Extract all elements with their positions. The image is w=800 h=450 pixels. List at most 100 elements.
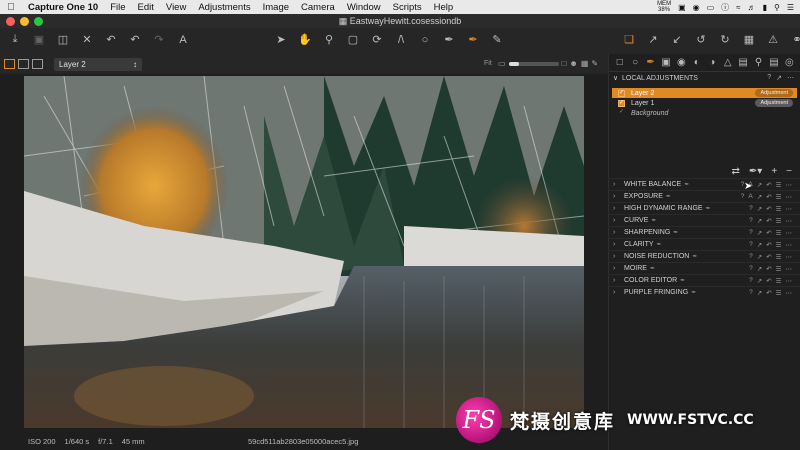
proofing-icon[interactable]: ▦ [581,59,589,68]
tab-library-icon[interactable]: □ [613,57,626,68]
reset-icon[interactable]: ↶ [766,229,771,237]
multi-view-icon[interactable] [4,59,15,69]
menu-list-icon[interactable]: ☰ [787,3,794,12]
rotate-left-icon[interactable]: ↺ [690,33,712,46]
copy-icon[interactable]: ↗ [757,265,762,273]
picker-icon[interactable]: ✒ [684,181,689,188]
more-icon[interactable]: ⋯ [786,241,793,249]
copy-icon[interactable]: ↗ [757,253,762,261]
tab-exposure-icon[interactable]: ◑ [706,57,719,68]
menu-view[interactable]: View [160,2,192,13]
zoom-slider[interactable] [508,61,559,66]
redo-icon[interactable]: ↷ [148,33,170,46]
menu-help[interactable]: Help [428,2,460,13]
tab-details-icon[interactable]: △ [721,57,734,68]
zoom-out-icon[interactable]: ▭ [498,59,506,68]
select-cursor-icon[interactable]: ➤ [270,33,292,46]
presets-icon[interactable]: ☰ [776,253,782,261]
presets-icon[interactable]: ☰ [776,193,782,201]
menu-camera[interactable]: Camera [295,2,341,13]
help-icon[interactable]: ? [749,241,753,249]
more-icon[interactable]: ⋯ [786,253,793,261]
more-icon[interactable]: ⋯ [786,193,793,201]
layer-item-background[interactable]: ✓ Background [612,108,797,118]
more-icon[interactable]: ⋯ [786,181,793,189]
brush-tool-icon[interactable]: ✒ [462,33,484,46]
grid-icon[interactable]: ▦ [738,33,760,46]
picker-icon[interactable]: ✒ [650,265,655,272]
copy-icon[interactable]: ↗ [757,181,762,189]
menu-image[interactable]: Image [257,2,295,13]
tab-camera-icon[interactable]: ▣ [659,57,672,68]
presets-icon[interactable]: ☰ [776,181,782,189]
more-icon[interactable]: ⋯ [787,74,794,82]
picker-icon[interactable]: ✒ [692,253,697,260]
tab-local-adjustments-icon[interactable]: ✒ [644,57,657,68]
reset-icon[interactable]: ↶ [766,217,771,225]
eye-icon[interactable]: ◉ [693,3,700,12]
copy-icon[interactable]: ↗ [757,217,762,225]
rotate-right-icon[interactable]: ↻ [714,33,736,46]
tool-row[interactable]: › WHITE BALANCE ✒? A ↗ ↶ ☰ ⋯ [609,178,800,190]
variants-icon[interactable]: ❏ [618,33,640,46]
reset-icon[interactable]: ↶ [766,205,771,213]
layer-item[interactable]: ✓ Layer 2 Adjustment [612,88,797,98]
presets-icon[interactable]: ☰ [776,205,782,213]
expand-icon[interactable]: ↗ [642,33,664,46]
tab-lens-icon[interactable]: ◉ [675,57,688,68]
zoom-tool-icon[interactable]: ⚲ [318,33,340,46]
collapse-icon[interactable]: ↙ [666,33,688,46]
extension-icon[interactable]: ▣ [678,3,686,12]
local-adjustments-header[interactable]: ∨ LOCAL ADJUSTMENTS ? ↗ ⋯ [609,72,800,84]
apple-icon[interactable]:  [0,2,22,13]
picker-icon[interactable]: ✒ [680,277,685,284]
wifi-icon[interactable]: ≈ [736,3,740,12]
text-tool-icon[interactable]: A [172,34,194,46]
import-icon[interactable]: ⤓ [4,33,26,46]
tool-row[interactable]: › CURVE ✒? ↗ ↶ ☰ ⋯ [609,214,800,226]
presets-icon[interactable]: ☰ [776,229,782,237]
airplay-icon[interactable]: ▭ [707,3,715,12]
tab-color-icon[interactable]: ◐ [690,57,703,68]
memory-indicator[interactable]: MEM 38% [657,1,671,13]
tab-metadata-icon[interactable]: ▤ [736,57,749,68]
volume-icon[interactable]: ♬ [748,3,756,12]
copy-icon[interactable]: ↗ [757,277,762,285]
single-view-icon[interactable] [18,59,29,69]
info-icon[interactable]: ⓘ [721,2,729,13]
menu-file[interactable]: File [104,2,131,13]
zoom-window-button[interactable] [34,16,43,26]
spot-removal-icon[interactable]: ○ [414,34,436,46]
presets-icon[interactable]: ☰ [776,217,782,225]
search-icon[interactable]: ⚲ [774,3,780,12]
menu-edit[interactable]: Edit [132,2,160,13]
tab-capture-icon[interactable]: ○ [628,57,641,68]
help-icon[interactable]: ? [767,74,771,82]
copy-icon[interactable]: ↗ [757,193,762,201]
menu-scripts[interactable]: Scripts [387,2,428,13]
help-icon[interactable]: ? [749,265,753,273]
reset-icon[interactable]: ↶ [766,253,771,261]
battery-icon[interactable]: ▮ [763,3,767,12]
annotation-icon[interactable]: ✎ [591,59,598,68]
reset-icon[interactable]: ↶ [766,289,771,297]
brush-menu-icon[interactable]: ✒▾ [749,166,762,177]
swap-icon[interactable]: ⇄ [732,166,740,177]
presets-icon[interactable]: ☰ [776,241,782,249]
proof-glasses-icon[interactable]: ⚭ [786,33,800,46]
remove-layer-icon[interactable]: − [786,166,792,177]
picker-icon[interactable]: ✒ [706,205,711,212]
help-icon[interactable]: ? [749,277,753,285]
layer-checkbox[interactable]: ✓ [618,89,625,97]
tool-row[interactable]: › SHARPENING ✒? ↗ ↶ ☰ ⋯ [609,226,800,238]
copy-icon[interactable]: ↗ [757,205,762,213]
help-icon[interactable]: ? [749,253,753,261]
layer-item[interactable]: ✓ Layer 1 Adjustment [612,98,797,108]
reset-icon[interactable]: ↶ [766,277,771,285]
reset-icon[interactable]: ↶ [766,193,771,201]
menu-app-name[interactable]: Capture One 10 [22,2,104,13]
reset-icon[interactable]: ↶ [766,181,771,189]
tool-row[interactable]: › HIGH DYNAMIC RANGE ✒? ↗ ↶ ☰ ⋯ [609,202,800,214]
menu-window[interactable]: Window [341,2,387,13]
expand-icon[interactable]: ↗ [776,74,782,82]
